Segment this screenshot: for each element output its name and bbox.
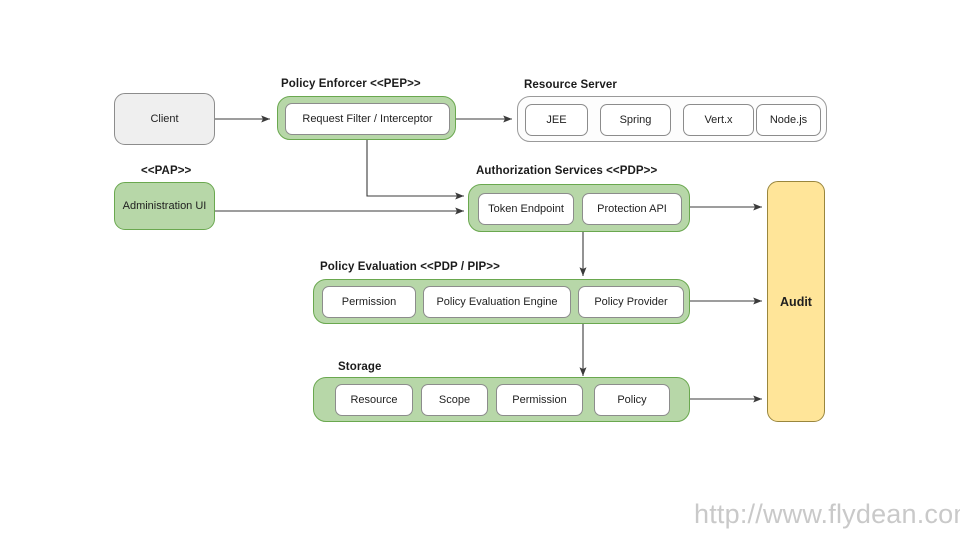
administration-ui-node[interactable]: Administration UI bbox=[114, 182, 215, 230]
resource-server-group-label: Resource Server bbox=[524, 79, 617, 91]
resource-server-node-jee-label: JEE bbox=[546, 113, 567, 126]
policy-evaluation-node-permission[interactable]: Permission bbox=[322, 286, 416, 318]
resource-server-node-spring[interactable]: Spring bbox=[600, 104, 671, 136]
policy-evaluation-node-engine[interactable]: Policy Evaluation Engine bbox=[423, 286, 571, 318]
protection-api-node[interactable]: Protection API bbox=[582, 193, 682, 225]
policy-evaluation-group-label: Policy Evaluation <<PDP / PIP>> bbox=[320, 261, 500, 273]
storage-node-permission[interactable]: Permission bbox=[496, 384, 583, 416]
diagram-canvas: Client Policy Enforcer <<PEP>> Request F… bbox=[0, 0, 960, 540]
authorization-services-group-label: Authorization Services <<PDP>> bbox=[476, 165, 658, 177]
token-endpoint-node[interactable]: Token Endpoint bbox=[478, 193, 574, 225]
storage-node-policy-label: Policy bbox=[617, 393, 647, 406]
resource-server-node-spring-label: Spring bbox=[619, 113, 652, 126]
policy-evaluation-node-policy-provider-label: Policy Provider bbox=[594, 295, 668, 308]
policy-enforcer-group-label: Policy Enforcer <<PEP>> bbox=[281, 78, 421, 90]
client-node[interactable]: Client bbox=[114, 93, 215, 145]
resource-server-group[interactable]: JEE Spring Vert.x Node.js bbox=[517, 96, 827, 142]
policy-evaluation-node-engine-label: Policy Evaluation Engine bbox=[436, 295, 558, 308]
storage-node-resource-label: Resource bbox=[350, 393, 398, 406]
storage-node-policy[interactable]: Policy bbox=[594, 384, 670, 416]
storage-node-scope-label: Scope bbox=[438, 393, 471, 406]
storage-group[interactable]: Resource Scope Permission Policy bbox=[313, 377, 690, 422]
audit-node-label: Audit bbox=[780, 294, 812, 309]
pap-group-label: <<PAP>> bbox=[141, 165, 192, 177]
client-node-label: Client bbox=[150, 113, 179, 125]
resource-server-node-vertx-label: Vert.x bbox=[704, 113, 733, 126]
resource-server-node-jee[interactable]: JEE bbox=[525, 104, 588, 136]
resource-server-node-vertx[interactable]: Vert.x bbox=[683, 104, 754, 136]
request-filter-interceptor-node[interactable]: Request Filter / Interceptor bbox=[285, 103, 450, 135]
storage-group-label: Storage bbox=[338, 361, 382, 373]
storage-node-resource[interactable]: Resource bbox=[335, 384, 413, 416]
token-endpoint-label: Token Endpoint bbox=[488, 202, 564, 215]
authorization-services-group[interactable]: Token Endpoint Protection API bbox=[468, 184, 690, 232]
storage-node-permission-label: Permission bbox=[512, 393, 567, 406]
policy-evaluation-node-policy-provider[interactable]: Policy Provider bbox=[578, 286, 684, 318]
protection-api-label: Protection API bbox=[597, 202, 667, 215]
wire-pep-to-authz bbox=[366, 140, 464, 200]
policy-evaluation-group[interactable]: Permission Policy Evaluation Engine Poli… bbox=[313, 279, 690, 324]
administration-ui-label: Administration UI bbox=[122, 200, 207, 212]
resource-server-node-nodejs[interactable]: Node.js bbox=[756, 104, 821, 136]
storage-node-scope[interactable]: Scope bbox=[421, 384, 488, 416]
watermark-url: http://www.flydean.com bbox=[694, 499, 960, 529]
resource-server-node-nodejs-label: Node.js bbox=[769, 113, 808, 126]
policy-evaluation-node-permission-label: Permission bbox=[341, 295, 397, 308]
request-filter-interceptor-label: Request Filter / Interceptor bbox=[302, 112, 433, 125]
audit-node[interactable]: Audit bbox=[767, 181, 825, 422]
policy-enforcer-group[interactable]: Request Filter / Interceptor bbox=[277, 96, 456, 140]
